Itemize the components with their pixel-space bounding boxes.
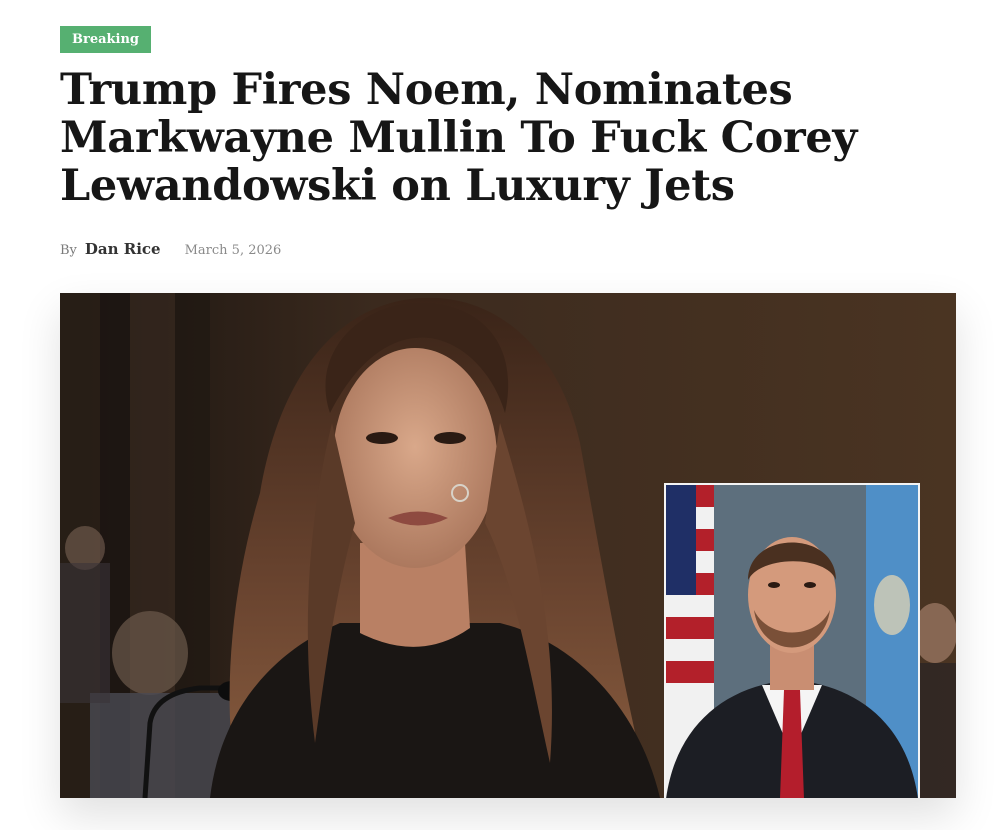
- publish-date: March 5, 2026: [184, 243, 282, 258]
- article-title: Trump Fires Noem, Nominates Markwayne Mu…: [60, 65, 858, 211]
- article-page: Breaking Trump Fires Noem, Nominates Mar…: [0, 0, 1007, 830]
- byline-prefix: By: [60, 243, 77, 258]
- byline: By Dan Rice March 5, 2026: [60, 240, 281, 260]
- author-link[interactable]: Dan Rice: [85, 240, 161, 258]
- featured-image[interactable]: [60, 293, 956, 798]
- official-portrait: [666, 485, 918, 798]
- category-badge[interactable]: Breaking: [60, 26, 152, 53]
- inset-portrait: [664, 483, 920, 798]
